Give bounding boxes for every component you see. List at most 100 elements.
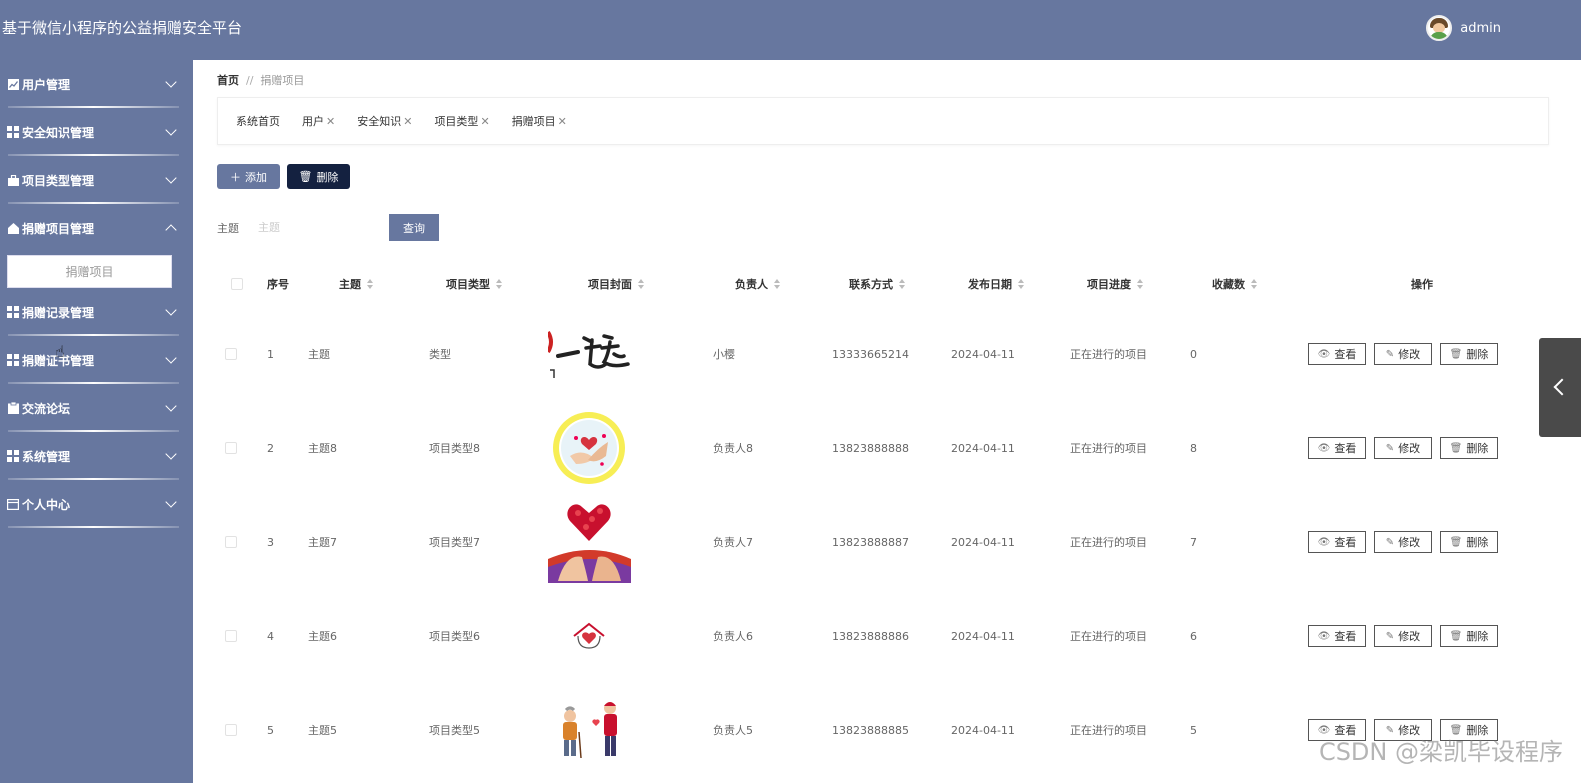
trash-icon: 🗑 [1449, 442, 1463, 454]
sidebar-item-personal-center[interactable]: 个人中心 [0, 480, 193, 528]
grid-icon [7, 306, 19, 318]
view-button[interactable]: 👁 查看 [1308, 531, 1366, 553]
sort-icon[interactable] [1137, 278, 1143, 289]
column-header-favorites[interactable]: 收藏数 [1212, 260, 1257, 307]
delete-button[interactable]: 🗑 删除 [1440, 343, 1498, 365]
column-header-owner[interactable]: 负责人 [735, 260, 780, 307]
breadcrumb-home[interactable]: 首页 [217, 74, 239, 87]
sort-icon[interactable] [367, 278, 373, 289]
edit-button[interactable]: ✎ 修改 [1374, 343, 1432, 365]
cell-date: 2024-04-11 [951, 441, 1015, 455]
query-button[interactable]: 查询 [389, 214, 439, 241]
close-icon[interactable]: ✕ [480, 115, 489, 128]
cover-image-hands-heart [548, 412, 631, 484]
close-icon[interactable]: ✕ [326, 115, 335, 128]
sort-icon[interactable] [899, 278, 905, 289]
breadcrumb-current: 捐赠项目 [260, 74, 305, 87]
sidebar-item-label: 交流论坛 [22, 401, 71, 416]
cell-date: 2024-04-11 [951, 535, 1015, 549]
view-button[interactable]: 👁 查看 [1308, 343, 1366, 365]
cell-subject: 主题8 [308, 442, 337, 455]
cell-favorites: 6 [1190, 629, 1197, 643]
tab-bar: 系统首页 用户 ✕ 安全知识 ✕ 项目类型 ✕ 捐赠项目 ✕ [217, 97, 1549, 145]
view-button[interactable]: 👁 查看 [1308, 437, 1366, 459]
column-header-cover[interactable]: 项目封面 [588, 260, 644, 307]
cell-progress: 正在进行的项目 [1070, 348, 1147, 361]
collapse-panel-toggle[interactable] [1539, 338, 1581, 437]
sort-icon[interactable] [774, 278, 780, 289]
select-all-checkbox[interactable] [231, 277, 243, 290]
sidebar-item-user-management[interactable]: 用户管理 [0, 60, 193, 108]
username[interactable]: admin [1460, 21, 1501, 36]
close-icon[interactable]: ✕ [558, 115, 567, 128]
sidebar-item-safety-knowledge[interactable]: 安全知识管理 [0, 108, 193, 156]
cell-index: 1 [267, 347, 274, 361]
edit-icon: ✎ [1385, 536, 1395, 548]
trash-icon: 🗑 [1449, 536, 1463, 548]
row-checkbox[interactable] [225, 536, 237, 548]
column-header-type[interactable]: 项目类型 [446, 260, 502, 307]
sidebar-item-donation-record[interactable]: 捐赠记录管理 [0, 288, 193, 336]
search-input[interactable] [253, 214, 373, 240]
sidebar-item-donation-project[interactable]: 捐赠项目管理 [0, 204, 193, 252]
chevron-down-icon [165, 304, 177, 316]
table-header: 序号 主题 项目类型 项目封面 负责人 联系方式 发布日期 项目进度 收藏数 操… [217, 260, 1557, 307]
cell-contact: 13823888887 [832, 535, 909, 549]
sidebar-subitem-donation-project[interactable]: 捐赠项目 [7, 255, 172, 288]
cell-owner: 负责人7 [713, 536, 753, 549]
edit-button[interactable]: ✎ 修改 [1374, 531, 1432, 553]
sidebar-item-label: 捐赠记录管理 [22, 305, 95, 320]
batch-delete-button[interactable]: 🗑 删除 [287, 164, 350, 189]
user-menu[interactable]: admin [1426, 15, 1501, 41]
sidebar-item-donation-certificate[interactable]: 捐赠证书管理 [0, 336, 193, 384]
cell-subject: 主题7 [308, 536, 337, 549]
cell-subject: 主题6 [308, 630, 337, 643]
sort-icon[interactable] [1251, 278, 1257, 289]
sidebar-item-label: 用户管理 [22, 77, 71, 92]
cell-subject: 主题5 [308, 724, 337, 737]
tab-donation-project[interactable]: 捐赠项目 ✕ [512, 113, 567, 129]
cell-contact: 13823888886 [832, 629, 909, 643]
add-button[interactable]: ＋添加 [217, 164, 280, 189]
sort-icon[interactable] [638, 278, 644, 289]
column-header-progress[interactable]: 项目进度 [1087, 260, 1143, 307]
cell-favorites: 5 [1190, 723, 1197, 737]
watermark: CSDN @梁凯毕设程序 [1318, 738, 1563, 766]
delete-button[interactable]: 🗑 删除 [1440, 625, 1498, 647]
delete-button[interactable]: 🗑 删除 [1440, 437, 1498, 459]
cell-contact: 13823888885 [832, 723, 909, 737]
row-checkbox[interactable] [225, 348, 237, 360]
sidebar-item-system[interactable]: 系统管理 [0, 432, 193, 480]
sidebar-item-project-type[interactable]: 项目类型管理 [0, 156, 193, 204]
column-header-subject[interactable]: 主题 [339, 260, 373, 307]
tab-project-type[interactable]: 项目类型 ✕ [434, 113, 489, 129]
edit-button[interactable]: ✎ 修改 [1374, 437, 1432, 459]
cell-type: 类型 [429, 348, 451, 361]
sidebar-item-forum[interactable]: 交流论坛 [0, 384, 193, 432]
cell-owner: 小樱 [713, 348, 735, 361]
trash-icon: 🗑 [298, 170, 313, 183]
main-content: 首页//捐赠项目 系统首页 用户 ✕ 安全知识 ✕ 项目类型 ✕ 捐赠项目 ✕ ＋添加 … [193, 60, 1581, 783]
tab-safety-knowledge[interactable]: 安全知识 ✕ [357, 113, 412, 129]
column-header-date[interactable]: 发布日期 [968, 260, 1024, 307]
avatar[interactable] [1426, 15, 1453, 41]
row-checkbox[interactable] [225, 442, 237, 454]
edit-icon: ✎ [1385, 442, 1395, 454]
sort-icon[interactable] [496, 278, 502, 289]
view-button[interactable]: 👁 查看 [1308, 625, 1366, 647]
column-header-contact[interactable]: 联系方式 [849, 260, 905, 307]
tab-user[interactable]: 用户 ✕ [302, 113, 335, 129]
row-checkbox[interactable] [225, 630, 237, 642]
sidebar-item-label: 系统管理 [22, 449, 71, 464]
close-icon[interactable]: ✕ [403, 115, 412, 128]
trash-icon: 🗑 [1449, 348, 1463, 360]
sort-icon[interactable] [1018, 278, 1024, 289]
delete-button[interactable]: 🗑 删除 [1440, 531, 1498, 553]
chevron-up-icon [165, 224, 177, 236]
edit-button[interactable]: ✎ 修改 [1374, 625, 1432, 647]
row-checkbox[interactable] [225, 724, 237, 736]
app-title: 基于微信小程序的公益捐赠安全平台 [2, 19, 243, 37]
cell-progress: 正在进行的项目 [1070, 442, 1147, 455]
tab-home[interactable]: 系统首页 [236, 113, 280, 129]
cell-favorites: 8 [1190, 441, 1197, 455]
